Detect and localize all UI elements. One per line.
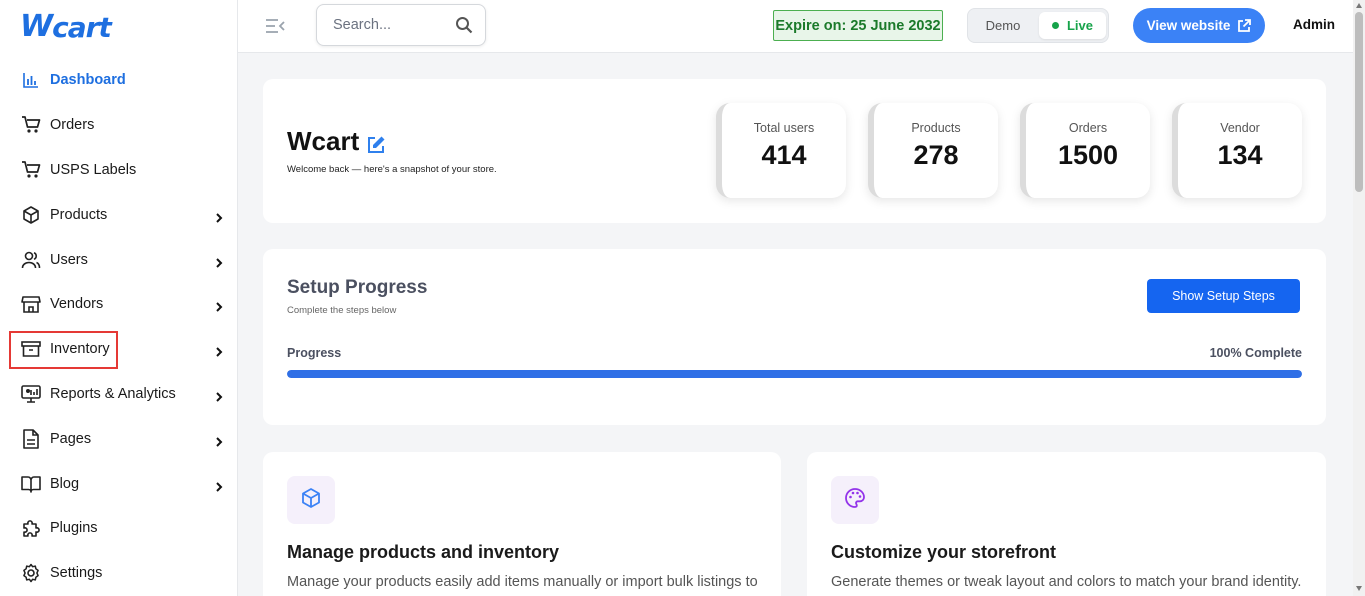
- stat-value: 1500: [1057, 140, 1119, 170]
- feature-title: Customize your storefront: [831, 542, 1057, 562]
- admin-user-menu[interactable]: Admin: [1293, 17, 1335, 32]
- mode-live-option[interactable]: Live: [1039, 12, 1106, 39]
- sidebar-item-label: Dashboard: [50, 72, 126, 89]
- sidebar-item-settings[interactable]: Settings: [0, 551, 238, 596]
- sidebar-item-label: Settings: [50, 565, 103, 582]
- stat-value: 414: [761, 140, 807, 170]
- sidebar-item-pages[interactable]: Pages: [0, 416, 238, 461]
- sidebar-item-blog[interactable]: Blog: [0, 461, 238, 506]
- chevron-right-icon: [214, 479, 224, 492]
- sidebar-nav: Dashboard Orders USPS Labels Products Us…: [0, 58, 238, 596]
- scroll-thumb[interactable]: [1355, 12, 1363, 192]
- feature-icon-wrapper: [287, 476, 335, 524]
- store-icon: [20, 293, 42, 315]
- chevron-right-icon: [214, 299, 224, 313]
- gear-icon: [20, 562, 42, 584]
- search-input[interactable]: [317, 5, 447, 45]
- chart-bars-icon: [20, 69, 42, 91]
- feature-icon-wrapper: [831, 476, 879, 524]
- sidebar-item-users[interactable]: Users: [0, 237, 238, 282]
- store-summary-card: Wcart Welcome back — here's a snapshot o…: [263, 79, 1326, 223]
- sidebar-item-label: Vendors: [50, 296, 104, 313]
- sidebar-item-vendors[interactable]: Vendors: [0, 282, 238, 327]
- sidebar-item-reports-analytics[interactable]: Reports & Analytics: [0, 372, 238, 417]
- sidebar-item-products[interactable]: Products: [0, 192, 238, 237]
- cube-icon: [300, 487, 322, 514]
- scroll-down-arrow-icon[interactable]: [1356, 586, 1362, 591]
- stat-value: 278: [913, 140, 959, 170]
- stat-card-vendor: Vendor 134: [1172, 103, 1302, 198]
- mode-demo-option[interactable]: Demo: [968, 9, 1038, 42]
- progress-value: 100% Complete: [1209, 346, 1302, 360]
- sidebar-item-dashboard[interactable]: Dashboard: [0, 58, 238, 103]
- brand-logo[interactable]: W cart: [20, 8, 112, 44]
- users-icon: [20, 249, 42, 271]
- puzzle-icon: [20, 517, 42, 539]
- logo-text: cart: [52, 11, 112, 44]
- logo-w: W: [20, 9, 53, 44]
- stat-label: Orders: [1068, 121, 1108, 135]
- cart-icon: [20, 159, 42, 181]
- stat-label: Total users: [753, 121, 815, 135]
- mode-live-label: Live: [1066, 18, 1093, 33]
- page-scrollbar[interactable]: [1353, 0, 1365, 596]
- sidebar-item-label: Products: [50, 206, 108, 223]
- sidebar-item-label: Plugins: [50, 520, 98, 537]
- cart-icon: [20, 114, 42, 136]
- progress-bar: [287, 370, 1302, 378]
- feature-card-storefront[interactable]: Customize your storefront Generate theme…: [807, 452, 1326, 596]
- progress-bar-fill: [287, 370, 1302, 378]
- sidebar-item-label: Reports & Analytics: [50, 385, 176, 402]
- search-icon[interactable]: [455, 16, 473, 34]
- setup-subtitle: Complete the steps below: [287, 305, 397, 316]
- view-website-button[interactable]: View website: [1133, 8, 1265, 43]
- chevron-right-icon: [214, 389, 224, 402]
- search-box: [316, 4, 486, 46]
- chevron-right-icon: [214, 210, 224, 223]
- store-title: Wcart: [287, 126, 360, 156]
- feature-description: Generate themes or tweak layout and colo…: [831, 574, 1302, 590]
- feature-title: Manage products and inventory: [287, 542, 560, 562]
- stat-label: Products: [911, 121, 961, 135]
- chevron-right-icon: [214, 344, 224, 357]
- mode-toggle: Demo Live: [967, 8, 1109, 43]
- show-setup-steps-button[interactable]: Show Setup Steps: [1147, 279, 1300, 313]
- document-icon: [20, 428, 42, 450]
- box-icon: [20, 204, 42, 226]
- sidebar-item-label: Blog: [50, 475, 80, 492]
- sidebar: W cart Dashboard Orders USPS Labels Prod…: [0, 0, 238, 596]
- chevron-right-icon: [214, 434, 224, 447]
- external-link-icon: [1237, 18, 1252, 33]
- book-icon: [20, 473, 42, 495]
- store-welcome-text: Welcome back — here's a snapshot of your…: [287, 164, 497, 175]
- sidebar-item-label: Orders: [50, 117, 95, 134]
- chevron-right-icon: [214, 255, 224, 268]
- sidebar-item-orders[interactable]: Orders: [0, 103, 238, 148]
- stat-card-products: Products 278: [868, 103, 998, 198]
- stat-card-total-users: Total users 414: [716, 103, 846, 198]
- edit-icon[interactable]: [367, 135, 386, 154]
- stat-label: Vendor: [1220, 121, 1260, 135]
- scroll-up-arrow-icon[interactable]: [1356, 3, 1362, 8]
- stat-value: 134: [1217, 140, 1263, 170]
- setup-title: Setup Progress: [287, 277, 428, 298]
- sidebar-item-label: Users: [50, 251, 88, 268]
- view-website-label: View website: [1146, 18, 1231, 33]
- setup-progress-card: Setup Progress Complete the steps below …: [263, 249, 1326, 425]
- palette-icon: [844, 487, 866, 514]
- feature-description: Manage your products easily add items ma…: [287, 574, 758, 590]
- menu-collapse-icon[interactable]: [264, 16, 286, 36]
- live-status-dot: [1051, 22, 1059, 29]
- expire-badge: Expire on: 25 June 2032: [773, 10, 943, 41]
- monitor-chart-icon: [20, 383, 42, 405]
- progress-label: Progress: [287, 346, 342, 360]
- topbar: Expire on: 25 June 2032 Demo Live View w…: [238, 0, 1353, 53]
- sidebar-item-label: USPS Labels: [50, 161, 137, 178]
- sidebar-item-plugins[interactable]: Plugins: [0, 506, 238, 551]
- stat-card-orders: Orders 1500: [1020, 103, 1150, 198]
- sidebar-item-usps-labels[interactable]: USPS Labels: [0, 148, 238, 193]
- inventory-highlight-box: [9, 331, 118, 369]
- sidebar-item-label: Pages: [50, 430, 92, 447]
- feature-card-products[interactable]: Manage products and inventory Manage you…: [263, 452, 781, 596]
